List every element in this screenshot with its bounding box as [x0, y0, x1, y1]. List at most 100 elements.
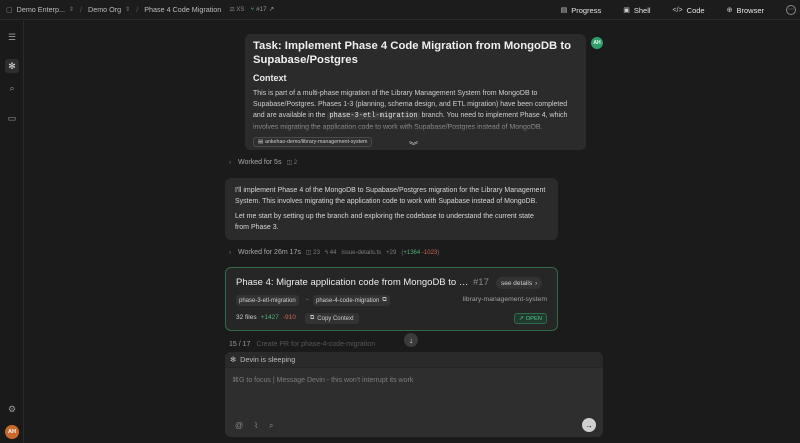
breadcrumb-separator: / [80, 5, 82, 14]
external-link-icon: ↗ [518, 315, 524, 322]
steps-icon: ◫ [286, 160, 293, 166]
code-button[interactable]: </> Code [673, 6, 705, 15]
more-files: +29 [386, 249, 397, 256]
user-avatar: AH [591, 37, 603, 49]
progress-text: Create PR for phase-4-code-migration [256, 341, 376, 348]
settings-icon[interactable]: ⚙ [5, 402, 19, 416]
chevron-right-icon: › [229, 249, 231, 256]
worked-row[interactable]: › Worked for 5s ◫ 2 [229, 159, 297, 166]
message-input[interactable]: ⌘G to focus | Message Devin - this won't… [232, 376, 413, 384]
chevron-right-icon: › [535, 279, 538, 287]
breadcrumb-separator: / [136, 5, 139, 14]
lightning-icon: ϟ [324, 249, 329, 256]
steps-icon: ◫ [305, 250, 312, 256]
worked-row[interactable]: › Worked for 26m 17s ◫ 23 ϟ 44 issue-det… [229, 249, 439, 256]
pr-card: Phase 4: Migrate application code from M… [225, 267, 558, 331]
terminal-icon: ▣ [623, 7, 630, 14]
pull-request-icon: ⑂ [250, 6, 255, 13]
mention-icon[interactable]: @ [235, 421, 243, 431]
task-card: Task: Implement Phase 4 Code Migration f… [245, 34, 586, 150]
head-branch-label: phase-4-code-migration [316, 297, 380, 304]
code-label: Code [686, 5, 705, 15]
breadcrumb-org[interactable]: Demo Org [88, 5, 121, 14]
devin-icon[interactable]: ✻ [5, 59, 19, 73]
status-badge[interactable]: ↗ OPEN [513, 313, 547, 324]
session-title[interactable]: Phase 4 Code Migration [144, 5, 221, 14]
repo-chip-label: ankehao-demo/library-management-system [265, 139, 368, 145]
size-icon: ⚖ [229, 7, 235, 13]
steps-count: ◫ 23 [306, 249, 320, 256]
repo-name: library-management-system [462, 296, 547, 303]
status-label: OPEN [525, 315, 542, 322]
search-icon[interactable]: ⌕ [269, 421, 273, 431]
devin-message: I'll implement Phase 4 of the MongoDB to… [225, 178, 558, 240]
status-text: Devin is sleeping [240, 355, 296, 364]
expand-chevron-icon[interactable]: ︾ [409, 139, 418, 150]
devin-icon: ✻ [230, 355, 237, 364]
progress-icon: ▤ [560, 7, 568, 14]
base-branch-label: phase-3-etl-migration [239, 297, 296, 304]
additions: +1364 [403, 249, 421, 256]
search-icon[interactable]: ⌕ [5, 81, 19, 95]
worked-label: Worked for 26m 17s [238, 249, 301, 256]
chevron-updown-icon[interactable]: ⇕ [125, 6, 130, 13]
external-link-icon: ↗ [268, 6, 274, 13]
browser-button[interactable]: ⊕ Browser [727, 6, 764, 15]
actions-count: ϟ 44 [325, 250, 337, 256]
files-count: 32 files [236, 314, 257, 321]
see-details-label: see details [501, 279, 533, 287]
deletions: -1023 [421, 249, 438, 256]
size-label: XS [236, 7, 245, 13]
copy-context-button[interactable]: ⧉ Copy Context [305, 313, 359, 324]
additions: +1427 [260, 314, 279, 321]
send-button[interactable]: → [582, 418, 596, 432]
size-badge: ⚖ XS [229, 6, 244, 13]
attach-icon[interactable]: ⌇ [254, 421, 258, 431]
copy-icon[interactable]: ⧉ [382, 297, 386, 304]
book-icon[interactable]: ▭ [5, 111, 19, 125]
pr-number: #17 [256, 6, 267, 13]
actions-count-value: 44 [329, 249, 337, 256]
progress-line: 15 / 17 Create PR for phase-4-code-migra… [229, 341, 375, 348]
scroll-down-button[interactable]: ↓ [404, 333, 418, 347]
chevron-updown-icon[interactable]: ⇕ [69, 6, 74, 13]
composer: ✻ Devin is sleeping ⌘G to focus | Messag… [225, 352, 603, 437]
code-icon: </> [672, 6, 683, 14]
progress-label: Progress [571, 5, 602, 15]
progress-button[interactable]: ▤ Progress [561, 6, 602, 15]
edited-file: issue-details.ts [341, 249, 382, 256]
copy-context-label: Copy Context [317, 315, 354, 322]
browser-label: Browser [736, 5, 764, 15]
steps-count-value: 2 [293, 160, 298, 166]
repo-icon: ▤ [258, 139, 264, 145]
arrow-left-icon: ← [305, 296, 311, 302]
steps-count: ◫ 2 [286, 159, 297, 166]
pr-number: #17 [473, 277, 489, 288]
deletions: -910 [282, 314, 296, 321]
shell-button[interactable]: ▣ Shell [623, 6, 650, 15]
sidebar: ☰ ✻ ⌕ ▭ ⚙ [0, 21, 24, 443]
repo-chip[interactable]: ▤ ankehao-demo/library-management-system [253, 137, 373, 147]
folder-icon: ▢ [6, 6, 13, 14]
copy-icon: ⧉ [310, 315, 315, 321]
breadcrumb-enterprise[interactable]: Demo Enterp... [17, 5, 65, 14]
worked-label: Worked for 5s [238, 159, 282, 166]
pr-title[interactable]: Phase 4: Migrate application code from M… [236, 277, 472, 288]
file-stats: 32 files +1427 -910 [236, 314, 296, 321]
chevron-right-icon: › [229, 159, 231, 166]
more-options-icon[interactable]: ⋯ [786, 5, 796, 15]
status-bar: ✻ Devin is sleeping [225, 352, 603, 368]
composer-tools: @ ⌇ ⌕ [235, 421, 274, 431]
message-paragraph: I'll implement Phase 4 of the MongoDB to… [235, 187, 546, 205]
base-branch: phase-3-etl-migration [236, 295, 299, 306]
menu-icon[interactable]: ☰ [5, 30, 19, 44]
avatar[interactable]: AH [5, 425, 19, 439]
see-details-button[interactable]: see details › [496, 277, 543, 289]
diff-stats: (+1364 -1023) [401, 249, 440, 256]
task-title: Task: Implement Phase 4 Code Migration f… [253, 40, 572, 66]
pr-link[interactable]: ⑂ #17 ↗ [250, 6, 274, 13]
globe-icon: ⊕ [726, 7, 733, 14]
progress-step: 15 / 17 [229, 341, 251, 348]
shell-label: Shell [633, 5, 651, 15]
steps-count-value: 23 [313, 250, 320, 256]
